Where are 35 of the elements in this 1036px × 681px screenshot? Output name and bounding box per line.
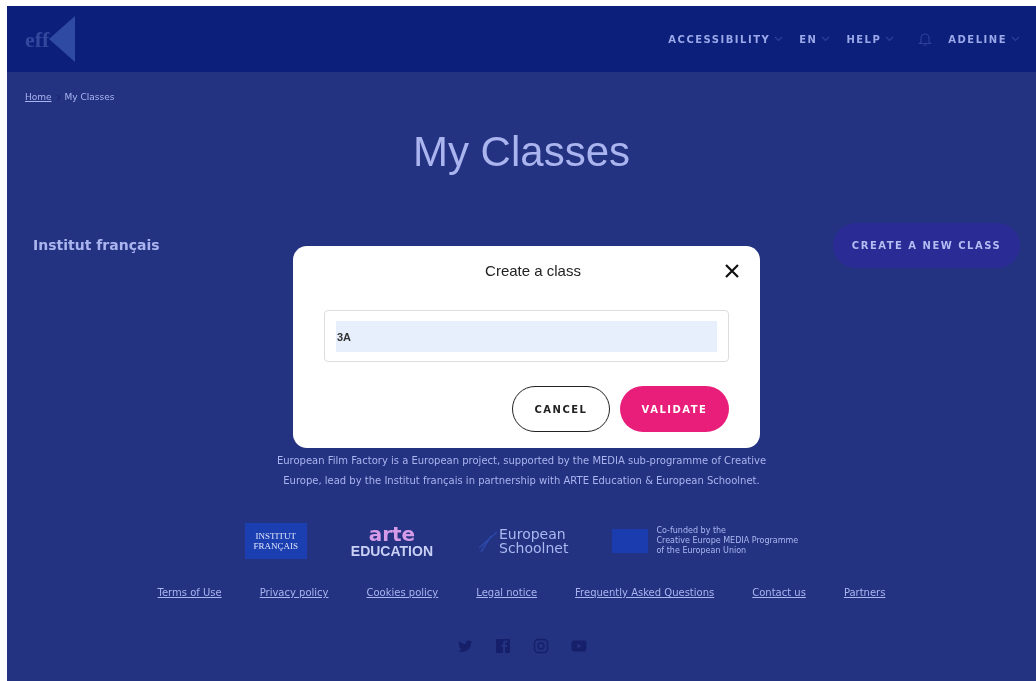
footer-link[interactable]: Contact us	[752, 584, 806, 600]
footer-link[interactable]: Legal notice	[476, 584, 538, 600]
close-icon[interactable]	[724, 263, 740, 279]
schoolnet-logo: European Schoolnet	[477, 526, 569, 555]
institute-logo: INSTITUT FRANÇAIS	[244, 522, 307, 559]
modal-title: Create a class	[484, 260, 581, 281]
user-menu[interactable]: ADELINE	[948, 31, 1007, 47]
twitter-bird-icon[interactable]	[456, 637, 473, 654]
breadcrumb-current: My Classes	[64, 91, 115, 104]
facebook-icon[interactable]	[494, 637, 511, 654]
create-class-button[interactable]: CREATE A NEW CLASS	[833, 222, 1020, 268]
footer-link[interactable]: Terms of Use	[157, 584, 222, 600]
footer-text: European Film Factory is a European project, supported by the MEDIA sub-programme of Creative Europe, lead by the Institut français in partnership with ARTE Education & European Schoolnet.	[275, 453, 768, 488]
page-title: My Classes	[411, 126, 631, 177]
class-name-field[interactable]: 3A	[324, 310, 729, 362]
footer-link[interactable]: Frequently Asked Questions	[575, 584, 715, 600]
eu-funding-logo: Co-funded by the Creative Europe MEDIA Programme of the European Union	[612, 525, 799, 556]
nav-menu[interactable]: EN	[799, 31, 818, 47]
breadcrumb-link[interactable]: Home	[25, 91, 52, 105]
validate-button[interactable]: VALIDATE	[620, 386, 729, 432]
organization-name: Institut français	[33, 235, 160, 255]
footer-link[interactable]: Privacy policy	[259, 584, 329, 600]
triangle-icon	[49, 16, 76, 62]
chevron-down-icon	[885, 36, 895, 42]
education-logo: arte EDUCATION	[350, 523, 433, 558]
bell-icon[interactable]	[918, 32, 933, 47]
footer-link[interactable]: Cookies policy	[366, 584, 439, 600]
nav-menu[interactable]: HELP	[846, 31, 882, 47]
chevron-down-icon	[821, 36, 831, 42]
nav-menu[interactable]: ACCESSIBILITY	[668, 31, 771, 47]
footer-link[interactable]: Partners	[843, 584, 886, 600]
chevron-down-icon	[774, 36, 784, 42]
chevron-down-icon	[1011, 36, 1020, 42]
instagram-icon[interactable]	[532, 637, 549, 654]
cancel-button[interactable]: CANCEL	[512, 386, 610, 432]
